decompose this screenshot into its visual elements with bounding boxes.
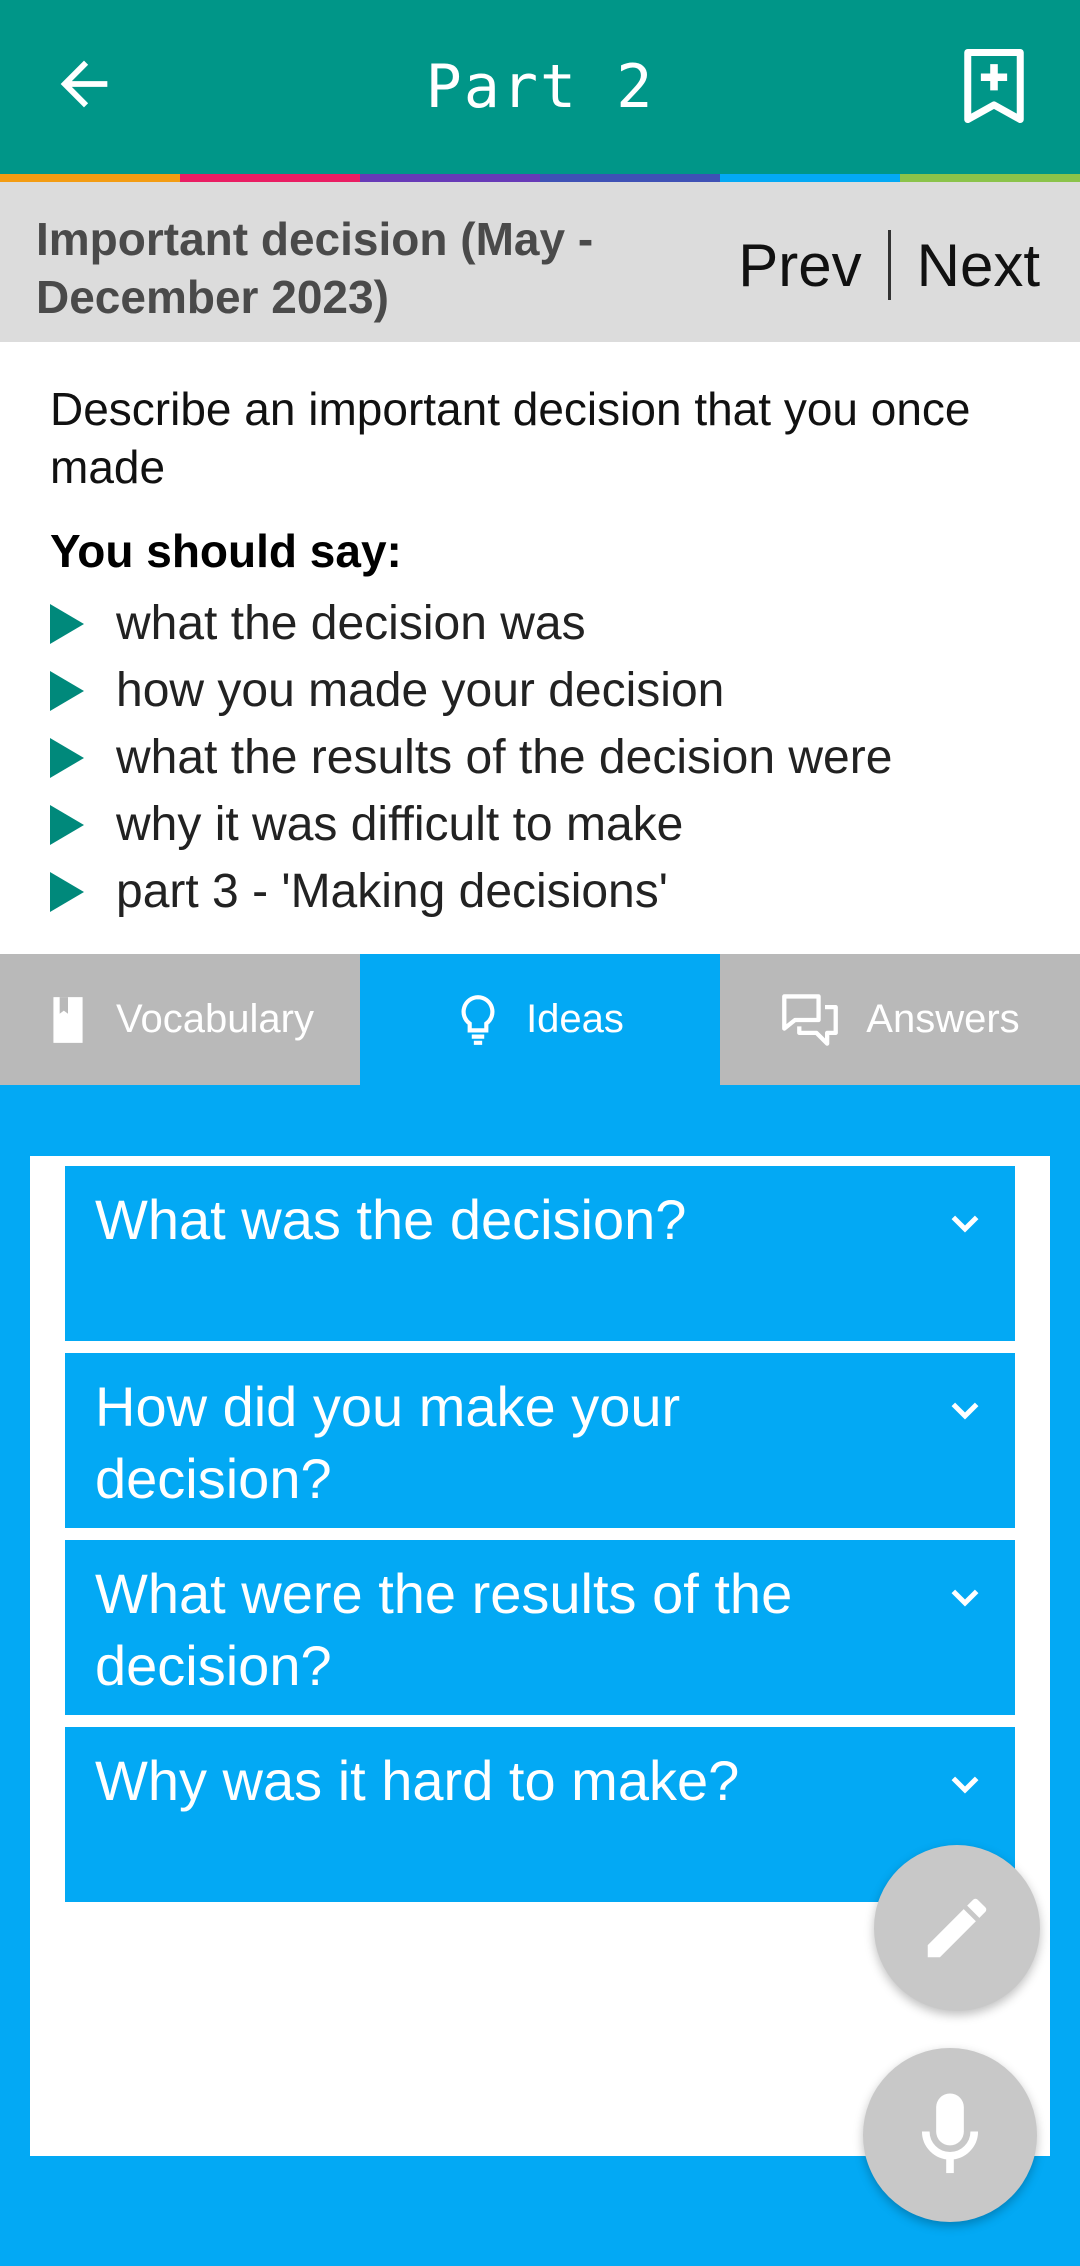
cue-item: what the results of the decision were bbox=[50, 724, 1040, 791]
microphone-icon bbox=[921, 2093, 979, 2174]
chevron-down-icon bbox=[951, 1402, 979, 1420]
cue-text: how you made your decision bbox=[116, 664, 725, 717]
play-bullet-icon bbox=[50, 603, 84, 644]
accordion-question: Why was it hard to make? bbox=[95, 1749, 740, 1812]
arrow-left-icon bbox=[60, 60, 108, 108]
strip-segment bbox=[360, 174, 540, 182]
chevron-down-icon bbox=[951, 1589, 979, 1607]
strip-segment bbox=[540, 174, 720, 182]
cue-list: what the decision was how you made your … bbox=[50, 590, 1040, 925]
next-button[interactable]: Next bbox=[917, 231, 1040, 300]
strip-segment bbox=[180, 174, 360, 182]
tab-label: Answers bbox=[866, 997, 1020, 1041]
cue-card: Describe an important decision that you … bbox=[50, 380, 1040, 925]
accordion-question: What were the results of the decision? bbox=[95, 1562, 793, 1697]
tab-vocabulary[interactable]: Vocabulary bbox=[0, 954, 360, 1085]
accordion-question: What was the decision? bbox=[95, 1188, 687, 1251]
tab-ideas[interactable]: Ideas bbox=[360, 954, 720, 1085]
cue-item: why it was difficult to make bbox=[50, 791, 1040, 858]
play-bullet-icon bbox=[50, 804, 84, 845]
ideas-card: What was the decision? How did you make … bbox=[30, 1156, 1050, 2156]
accordion-item[interactable]: How did you make your decision? bbox=[65, 1353, 1015, 1528]
edit-fab[interactable] bbox=[874, 1845, 1040, 2011]
tab-label: Ideas bbox=[526, 997, 624, 1041]
strip-segment bbox=[900, 174, 1080, 182]
accordion-item[interactable]: What were the results of the decision? bbox=[65, 1540, 1015, 1715]
play-bullet-icon bbox=[50, 871, 84, 912]
should-say-heading: You should say: bbox=[50, 525, 402, 577]
pencil-icon bbox=[927, 1898, 987, 1958]
topic-header: Important decision (May - December 2023)… bbox=[0, 182, 1080, 342]
accordion-question: How did you make your decision? bbox=[95, 1375, 681, 1510]
cue-item: how you made your decision bbox=[50, 657, 1040, 724]
accordion-item[interactable]: What was the decision? bbox=[65, 1166, 1015, 1341]
prev-button[interactable]: Prev bbox=[738, 231, 861, 300]
tab-label: Vocabulary bbox=[116, 997, 314, 1041]
topic-title: Important decision (May - December 2023) bbox=[36, 213, 594, 323]
cue-card-question: Describe an important decision that you … bbox=[50, 383, 971, 493]
lightbulb-icon bbox=[456, 993, 500, 1047]
chevron-down-icon bbox=[951, 1776, 979, 1794]
play-bullet-icon bbox=[50, 737, 84, 778]
app-bar: Part 2 bbox=[0, 0, 1080, 174]
divider bbox=[887, 230, 891, 300]
cue-text: part 3 - 'Making decisions' bbox=[116, 865, 668, 918]
color-strip bbox=[0, 174, 1080, 182]
strip-segment bbox=[720, 174, 900, 182]
cue-text: what the decision was bbox=[116, 597, 586, 650]
page-title: Part 2 bbox=[425, 52, 655, 122]
chevron-down-icon bbox=[951, 1215, 979, 1233]
microphone-fab[interactable] bbox=[863, 2048, 1037, 2222]
chat-icon bbox=[780, 992, 840, 1048]
prev-next-nav: Prev Next bbox=[738, 230, 1040, 300]
tab-answers[interactable]: Answers bbox=[720, 954, 1080, 1085]
cue-item: what the decision was bbox=[50, 590, 1040, 657]
strip-segment bbox=[0, 174, 180, 182]
bookmark-button[interactable] bbox=[948, 40, 1040, 132]
play-bullet-icon bbox=[50, 670, 84, 711]
back-button[interactable] bbox=[40, 40, 128, 128]
book-icon bbox=[46, 995, 90, 1045]
cue-text: what the results of the decision were bbox=[116, 731, 893, 784]
tab-bar: Vocabulary Ideas Answers bbox=[0, 954, 1080, 1085]
accordion-item[interactable]: Why was it hard to make? bbox=[65, 1727, 1015, 1902]
bookmark-add-icon bbox=[964, 48, 1024, 124]
cue-text: why it was difficult to make bbox=[116, 798, 684, 851]
cue-item: part 3 - 'Making decisions' bbox=[50, 858, 1040, 925]
